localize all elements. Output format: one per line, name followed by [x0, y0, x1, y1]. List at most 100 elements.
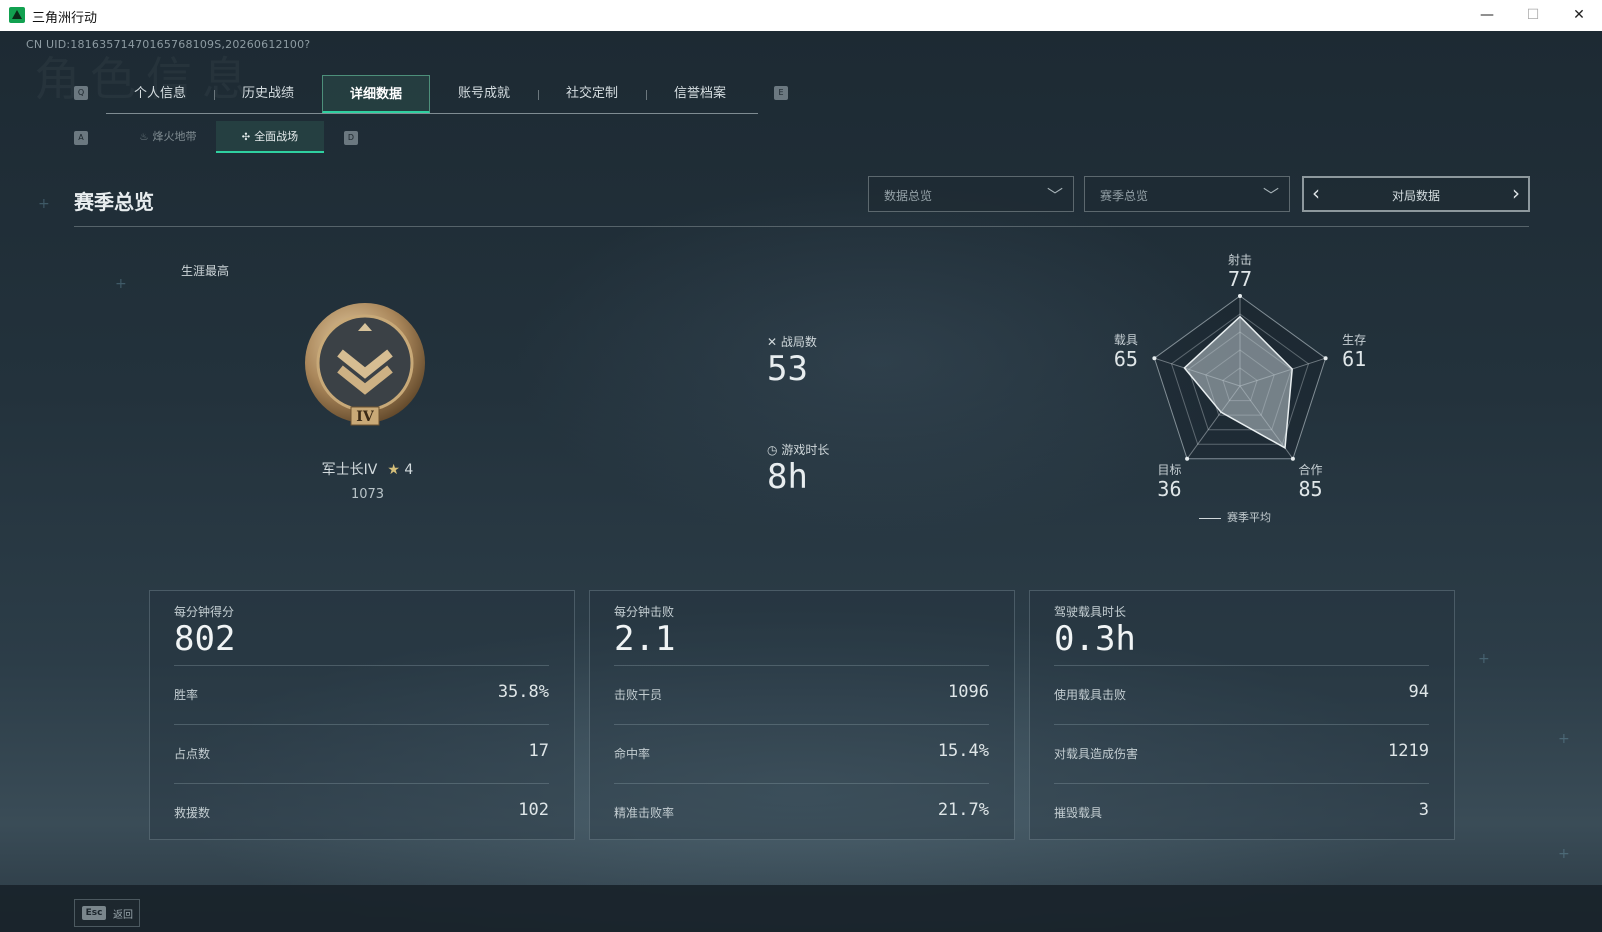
footer-bar: [0, 885, 1602, 932]
tab-reputation[interactable]: 信誉档案: [646, 75, 754, 113]
radar-axis-value: 61: [1342, 347, 1366, 371]
tab-social-custom[interactable]: 社交定制: [538, 75, 646, 113]
row-value: 94: [1408, 682, 1429, 702]
row-value: 15.4%: [937, 741, 989, 761]
stat-card-score: 每分钟得分 802 胜率 35.8% 占点数 17 救援数 102: [149, 590, 575, 840]
crossed-swords-icon: ✕: [767, 335, 778, 349]
radar-axis-dot: [1238, 294, 1242, 298]
clock-icon: ◷: [767, 443, 778, 457]
radar-axis-value: 77: [1228, 267, 1252, 291]
subtab-next-key-d[interactable]: D: [344, 131, 358, 145]
card-row: 击败干员 1096: [614, 665, 989, 724]
flame-icon: ♨: [139, 132, 149, 143]
row-label: 精准击败率: [614, 806, 675, 820]
season-dropdown[interactable]: 赛季总览 ﹀: [1084, 176, 1290, 212]
decor-plus-icon: +: [38, 196, 50, 212]
row-label: 击败干员: [614, 688, 663, 702]
subtab-full-battlefield-label: 全面战场: [254, 130, 299, 143]
chevron-down-icon: ﹀: [1262, 186, 1279, 205]
rank-name-text: 军士长IV: [321, 462, 378, 478]
rank-stars-count: 4: [404, 462, 414, 478]
row-label: 胜率: [174, 688, 199, 702]
esc-key-badge: Esc: [82, 906, 106, 920]
section-divider: [74, 226, 1529, 227]
window-titlebar: 三角洲行动 — ☐ ✕: [0, 0, 1602, 32]
tab-match-history[interactable]: 历史战绩: [214, 75, 322, 113]
card-row: 摧毁载具 3: [1054, 783, 1429, 842]
legend-label: 赛季平均: [1227, 511, 1271, 524]
row-label: 命中率: [614, 747, 651, 761]
main-tab-bar: 个人信息 历史战绩 详细数据 账号成就 社交定制 信誉档案: [106, 75, 758, 114]
row-value: 21.7%: [937, 800, 989, 820]
chevron-down-icon: ﹀: [1046, 186, 1063, 205]
data-type-switcher: ‹ 对局数据 ›: [1302, 176, 1530, 212]
back-label: 返回: [113, 910, 133, 921]
matches-stat-value: 53: [767, 349, 808, 389]
subtab-prev-key-a[interactable]: A: [74, 131, 88, 145]
row-value: 3: [1418, 800, 1429, 820]
row-label: 占点数: [174, 747, 211, 761]
section-title: 赛季总览: [74, 190, 154, 214]
card-row: 命中率 15.4%: [614, 724, 989, 783]
close-button[interactable]: ✕: [1556, 0, 1602, 31]
radar-axis-label: 生存: [1342, 333, 1366, 347]
card-main-value: 2.1: [614, 619, 676, 659]
card-main-value: 0.3h: [1054, 619, 1136, 659]
row-label: 摧毁载具: [1054, 806, 1103, 820]
card-title: 每分钟得分: [174, 605, 235, 619]
maximize-button[interactable]: ☐: [1510, 0, 1556, 31]
card-title: 每分钟击败: [614, 605, 675, 619]
radar-axis-dot: [1185, 456, 1190, 461]
crosshair-icon: ✣: [241, 132, 251, 143]
playtime-label-text: 游戏时长: [781, 443, 830, 457]
career-best-label: 生涯最高: [181, 264, 230, 278]
playtime-stat-value: 8h: [767, 457, 808, 497]
chevron-right-icon[interactable]: ›: [1512, 181, 1520, 205]
card-row: 对载具造成伤害 1219: [1054, 724, 1429, 783]
switcher-label: 对局数据: [1391, 189, 1440, 203]
row-label: 使用载具击败: [1054, 688, 1127, 702]
legend-line-icon: [1199, 517, 1221, 519]
card-row: 胜率 35.8%: [174, 665, 549, 724]
subtab-hazard-zone[interactable]: ♨ 烽火地带: [114, 121, 222, 153]
tab-achievements[interactable]: 账号成就: [430, 75, 538, 113]
radar-axis-dot: [1152, 356, 1157, 361]
row-value: 1096: [948, 682, 989, 702]
back-button[interactable]: Esc 返回: [74, 899, 140, 927]
row-value: 102: [518, 800, 549, 820]
radar-axis-label: 射击: [1228, 252, 1252, 267]
ability-radar-chart: 射击77 生存61 合作85 目标36 载具65: [1114, 252, 1366, 501]
row-label: 对载具造成伤害: [1054, 747, 1139, 761]
rank-badge-icon: IV: [305, 303, 425, 426]
radar-axis-dot: [1290, 456, 1295, 461]
stat-card-kills: 每分钟击败 2.1 击败干员 1096 命中率 15.4% 精准击败率 21.7%: [589, 590, 1015, 840]
radar-axis-value: 36: [1157, 477, 1181, 501]
radar-axis-value: 85: [1298, 477, 1322, 501]
row-label: 救援数: [174, 806, 211, 820]
tab-next-key-e[interactable]: E: [774, 86, 788, 100]
subtab-full-battlefield[interactable]: ✣ 全面战场: [216, 121, 324, 153]
rank-score: 1073: [350, 487, 385, 502]
rank-tier-text: IV: [356, 409, 375, 425]
row-value: 35.8%: [497, 682, 549, 702]
decor-plus-icon: +: [1558, 731, 1570, 747]
rank-name: 军士长IV ★ 4: [300, 459, 435, 479]
row-value: 1219: [1388, 741, 1429, 761]
game-screen: 角色信息 CN UID:18163571470165768109S,202606…: [0, 31, 1602, 932]
radar-axis-label: 载具: [1114, 333, 1138, 347]
card-row: 占点数 17: [174, 724, 549, 783]
tab-detailed-data[interactable]: 详细数据: [322, 75, 430, 113]
radar-legend: 赛季平均: [1199, 509, 1271, 525]
radar-axis-label: 目标: [1157, 463, 1181, 477]
player-uid: CN UID:18163571470165768109S,20260612100…: [26, 38, 311, 51]
tab-prev-key-q[interactable]: Q: [74, 86, 88, 100]
radar-axis-dot: [1323, 356, 1328, 361]
decor-plus-icon: +: [115, 276, 127, 292]
card-row: 精准击败率 21.7%: [614, 783, 989, 842]
star-icon: ★: [387, 462, 400, 478]
tab-personal-info[interactable]: 个人信息: [106, 75, 214, 113]
minimize-button[interactable]: —: [1464, 0, 1510, 31]
data-overview-dropdown[interactable]: 数据总览 ﹀: [868, 176, 1074, 212]
decor-plus-icon: +: [1478, 651, 1490, 667]
card-row: 救援数 102: [174, 783, 549, 842]
